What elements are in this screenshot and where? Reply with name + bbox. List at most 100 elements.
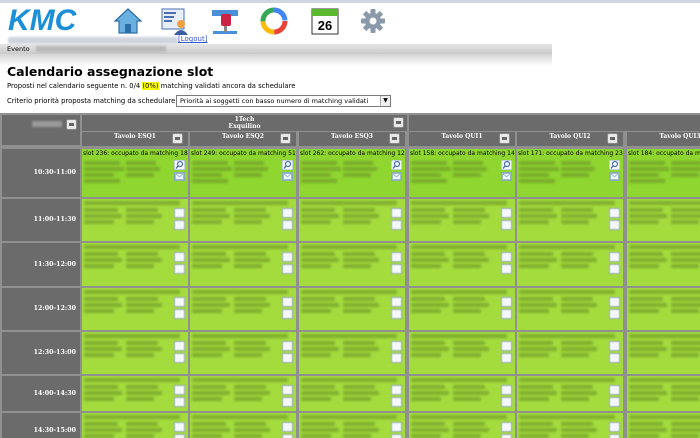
- mail-icon[interactable]: [391, 264, 402, 274]
- agenda-icon[interactable]: [210, 6, 240, 36]
- logout-link[interactable]: [Logout]: [178, 35, 207, 43]
- slot-cell[interactable]: [627, 288, 700, 330]
- magnifier-icon[interactable]: [501, 341, 512, 351]
- slot-cell[interactable]: [190, 332, 296, 374]
- magnifier-icon[interactable]: [501, 252, 512, 262]
- magnifier-icon[interactable]: [391, 160, 402, 170]
- slot-cell[interactable]: slot 184: occupato da m: [627, 149, 700, 197]
- mail-icon[interactable]: [501, 397, 512, 407]
- slot-cell[interactable]: [517, 376, 623, 411]
- mail-icon[interactable]: [282, 353, 293, 363]
- slot-cell[interactable]: [409, 243, 515, 286]
- slot-cell[interactable]: [409, 288, 515, 330]
- mail-icon[interactable]: [391, 172, 402, 181]
- slot-cell[interactable]: [517, 413, 623, 438]
- magnifier-icon[interactable]: [282, 341, 293, 351]
- mail-icon[interactable]: [282, 172, 293, 181]
- magnifier-icon[interactable]: [501, 297, 512, 307]
- magnifier-icon[interactable]: [501, 422, 512, 432]
- print-icon[interactable]: [499, 133, 510, 144]
- mail-icon[interactable]: [609, 434, 620, 438]
- print-icon[interactable]: [280, 133, 291, 144]
- slot-cell[interactable]: [299, 413, 405, 438]
- mail-icon[interactable]: [609, 220, 620, 230]
- mail-icon[interactable]: [391, 309, 402, 319]
- magnifier-icon[interactable]: [391, 341, 402, 351]
- calendar-icon[interactable]: 26: [310, 6, 340, 36]
- magnifier-icon[interactable]: [174, 422, 185, 432]
- mail-icon[interactable]: [391, 434, 402, 438]
- magnifier-icon[interactable]: [282, 252, 293, 262]
- mail-icon[interactable]: [282, 264, 293, 274]
- mail-icon[interactable]: [609, 172, 620, 181]
- slot-cell[interactable]: [299, 243, 405, 286]
- print-icon[interactable]: [607, 133, 618, 144]
- magnifier-icon[interactable]: [501, 160, 512, 170]
- mail-icon[interactable]: [501, 353, 512, 363]
- slot-cell[interactable]: [190, 413, 296, 438]
- slot-cell[interactable]: [409, 413, 515, 438]
- magnifier-icon[interactable]: [609, 385, 620, 395]
- magnifier-icon[interactable]: [501, 208, 512, 218]
- print-icon[interactable]: [389, 133, 400, 144]
- slot-cell[interactable]: slot 236: occupato da matching 18: [82, 149, 188, 197]
- mail-icon[interactable]: [174, 397, 185, 407]
- magnifier-icon[interactable]: [282, 422, 293, 432]
- magnifier-icon[interactable]: [174, 208, 185, 218]
- slot-cell[interactable]: [517, 243, 623, 286]
- magnifier-icon[interactable]: [609, 208, 620, 218]
- slot-cell[interactable]: [627, 243, 700, 286]
- slot-cell[interactable]: [517, 288, 623, 330]
- slot-cell[interactable]: [82, 413, 188, 438]
- settings-gear-icon[interactable]: [358, 6, 388, 36]
- slot-cell[interactable]: slot 262: occupato da matching 129: [299, 149, 405, 197]
- mail-icon[interactable]: [174, 172, 185, 181]
- mail-icon[interactable]: [501, 264, 512, 274]
- print-icon[interactable]: [172, 133, 183, 144]
- magnifier-icon[interactable]: [174, 252, 185, 262]
- mail-icon[interactable]: [391, 353, 402, 363]
- magnifier-icon[interactable]: [174, 160, 185, 170]
- magnifier-icon[interactable]: [174, 385, 185, 395]
- mail-icon[interactable]: [391, 397, 402, 407]
- mail-icon[interactable]: [282, 397, 293, 407]
- slot-cell[interactable]: [299, 199, 405, 241]
- google-icon[interactable]: [259, 6, 289, 36]
- magnifier-icon[interactable]: [282, 160, 293, 170]
- slot-cell[interactable]: [627, 376, 700, 411]
- print-icon[interactable]: [393, 117, 404, 128]
- slot-cell[interactable]: slot 249: occupato da matching 51: [190, 149, 296, 197]
- kmc-logo[interactable]: KMC: [8, 5, 92, 35]
- slot-cell[interactable]: [627, 332, 700, 374]
- slot-cell[interactable]: [82, 243, 188, 286]
- slot-cell[interactable]: [409, 199, 515, 241]
- slot-cell[interactable]: [82, 332, 188, 374]
- print-icon[interactable]: [66, 119, 77, 130]
- magnifier-icon[interactable]: [282, 297, 293, 307]
- home-icon[interactable]: [113, 6, 143, 36]
- breadcrumb-evento[interactable]: Evento: [7, 45, 30, 53]
- profile-card-icon[interactable]: [160, 6, 190, 36]
- slot-cell[interactable]: [299, 288, 405, 330]
- magnifier-icon[interactable]: [609, 252, 620, 262]
- slot-cell[interactable]: [517, 199, 623, 241]
- slot-cell[interactable]: [82, 376, 188, 411]
- mail-icon[interactable]: [174, 309, 185, 319]
- slot-cell[interactable]: [409, 332, 515, 374]
- magnifier-icon[interactable]: [391, 252, 402, 262]
- slot-cell[interactable]: [190, 199, 296, 241]
- slot-cell[interactable]: [299, 332, 405, 374]
- mail-icon[interactable]: [174, 264, 185, 274]
- breadcrumb-path[interactable]: [36, 46, 166, 52]
- slot-cell[interactable]: [627, 199, 700, 241]
- mail-icon[interactable]: [501, 309, 512, 319]
- magnifier-icon[interactable]: [501, 385, 512, 395]
- criteria-select[interactable]: Priorità ai soggetti con basso numero di…: [176, 95, 391, 107]
- mail-icon[interactable]: [501, 220, 512, 230]
- mail-icon[interactable]: [282, 309, 293, 319]
- mail-icon[interactable]: [174, 220, 185, 230]
- slot-cell[interactable]: [299, 376, 405, 411]
- slot-cell[interactable]: [409, 376, 515, 411]
- mail-icon[interactable]: [282, 220, 293, 230]
- slot-cell[interactable]: slot 171: occupato da matching 23: [517, 149, 623, 197]
